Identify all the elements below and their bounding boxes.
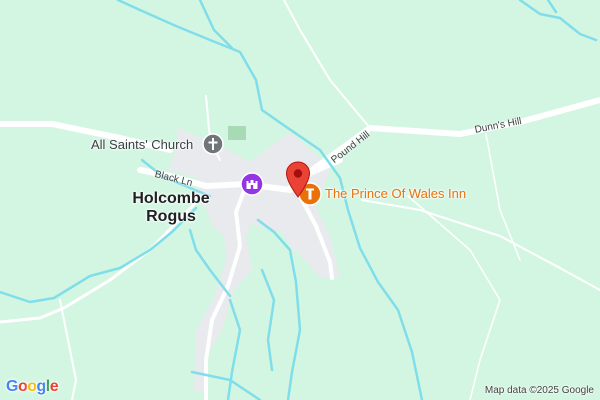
road-east: [361, 199, 600, 291]
stream-south-2: [260, 268, 276, 372]
map-view[interactable]: All Saints' Church Black Ln Pound Hill D…: [0, 0, 600, 400]
google-logo-letter: o: [17, 378, 28, 395]
track-3: [485, 133, 521, 261]
stream-east: [546, 0, 558, 14]
location-pin-icon[interactable]: [285, 161, 311, 199]
track-2: [407, 195, 501, 400]
google-logo-letter: G: [6, 378, 18, 395]
road-north: [283, 0, 371, 129]
park-area: [228, 126, 246, 140]
village-label-line2: Rogus: [146, 208, 196, 225]
google-logo[interactable]: Google: [6, 378, 59, 396]
google-logo-letter: g: [36, 378, 47, 395]
inn-label[interactable]: The Prince Of Wales Inn: [325, 187, 466, 200]
track-1: [59, 299, 77, 400]
church-icon[interactable]: [202, 133, 224, 155]
castle-icon[interactable]: [240, 172, 264, 196]
google-logo-letter: o: [27, 378, 37, 395]
village-label-line1: Holcombe: [132, 190, 210, 207]
stream-north: [198, 0, 234, 50]
map-attribution[interactable]: Map data ©2025 Google: [485, 385, 594, 396]
stream-northeast: [518, 0, 598, 42]
google-logo-letter: e: [49, 378, 59, 395]
church-label[interactable]: All Saints' Church: [91, 138, 193, 151]
village-label[interactable]: Holcombe Rogus: [128, 190, 214, 226]
